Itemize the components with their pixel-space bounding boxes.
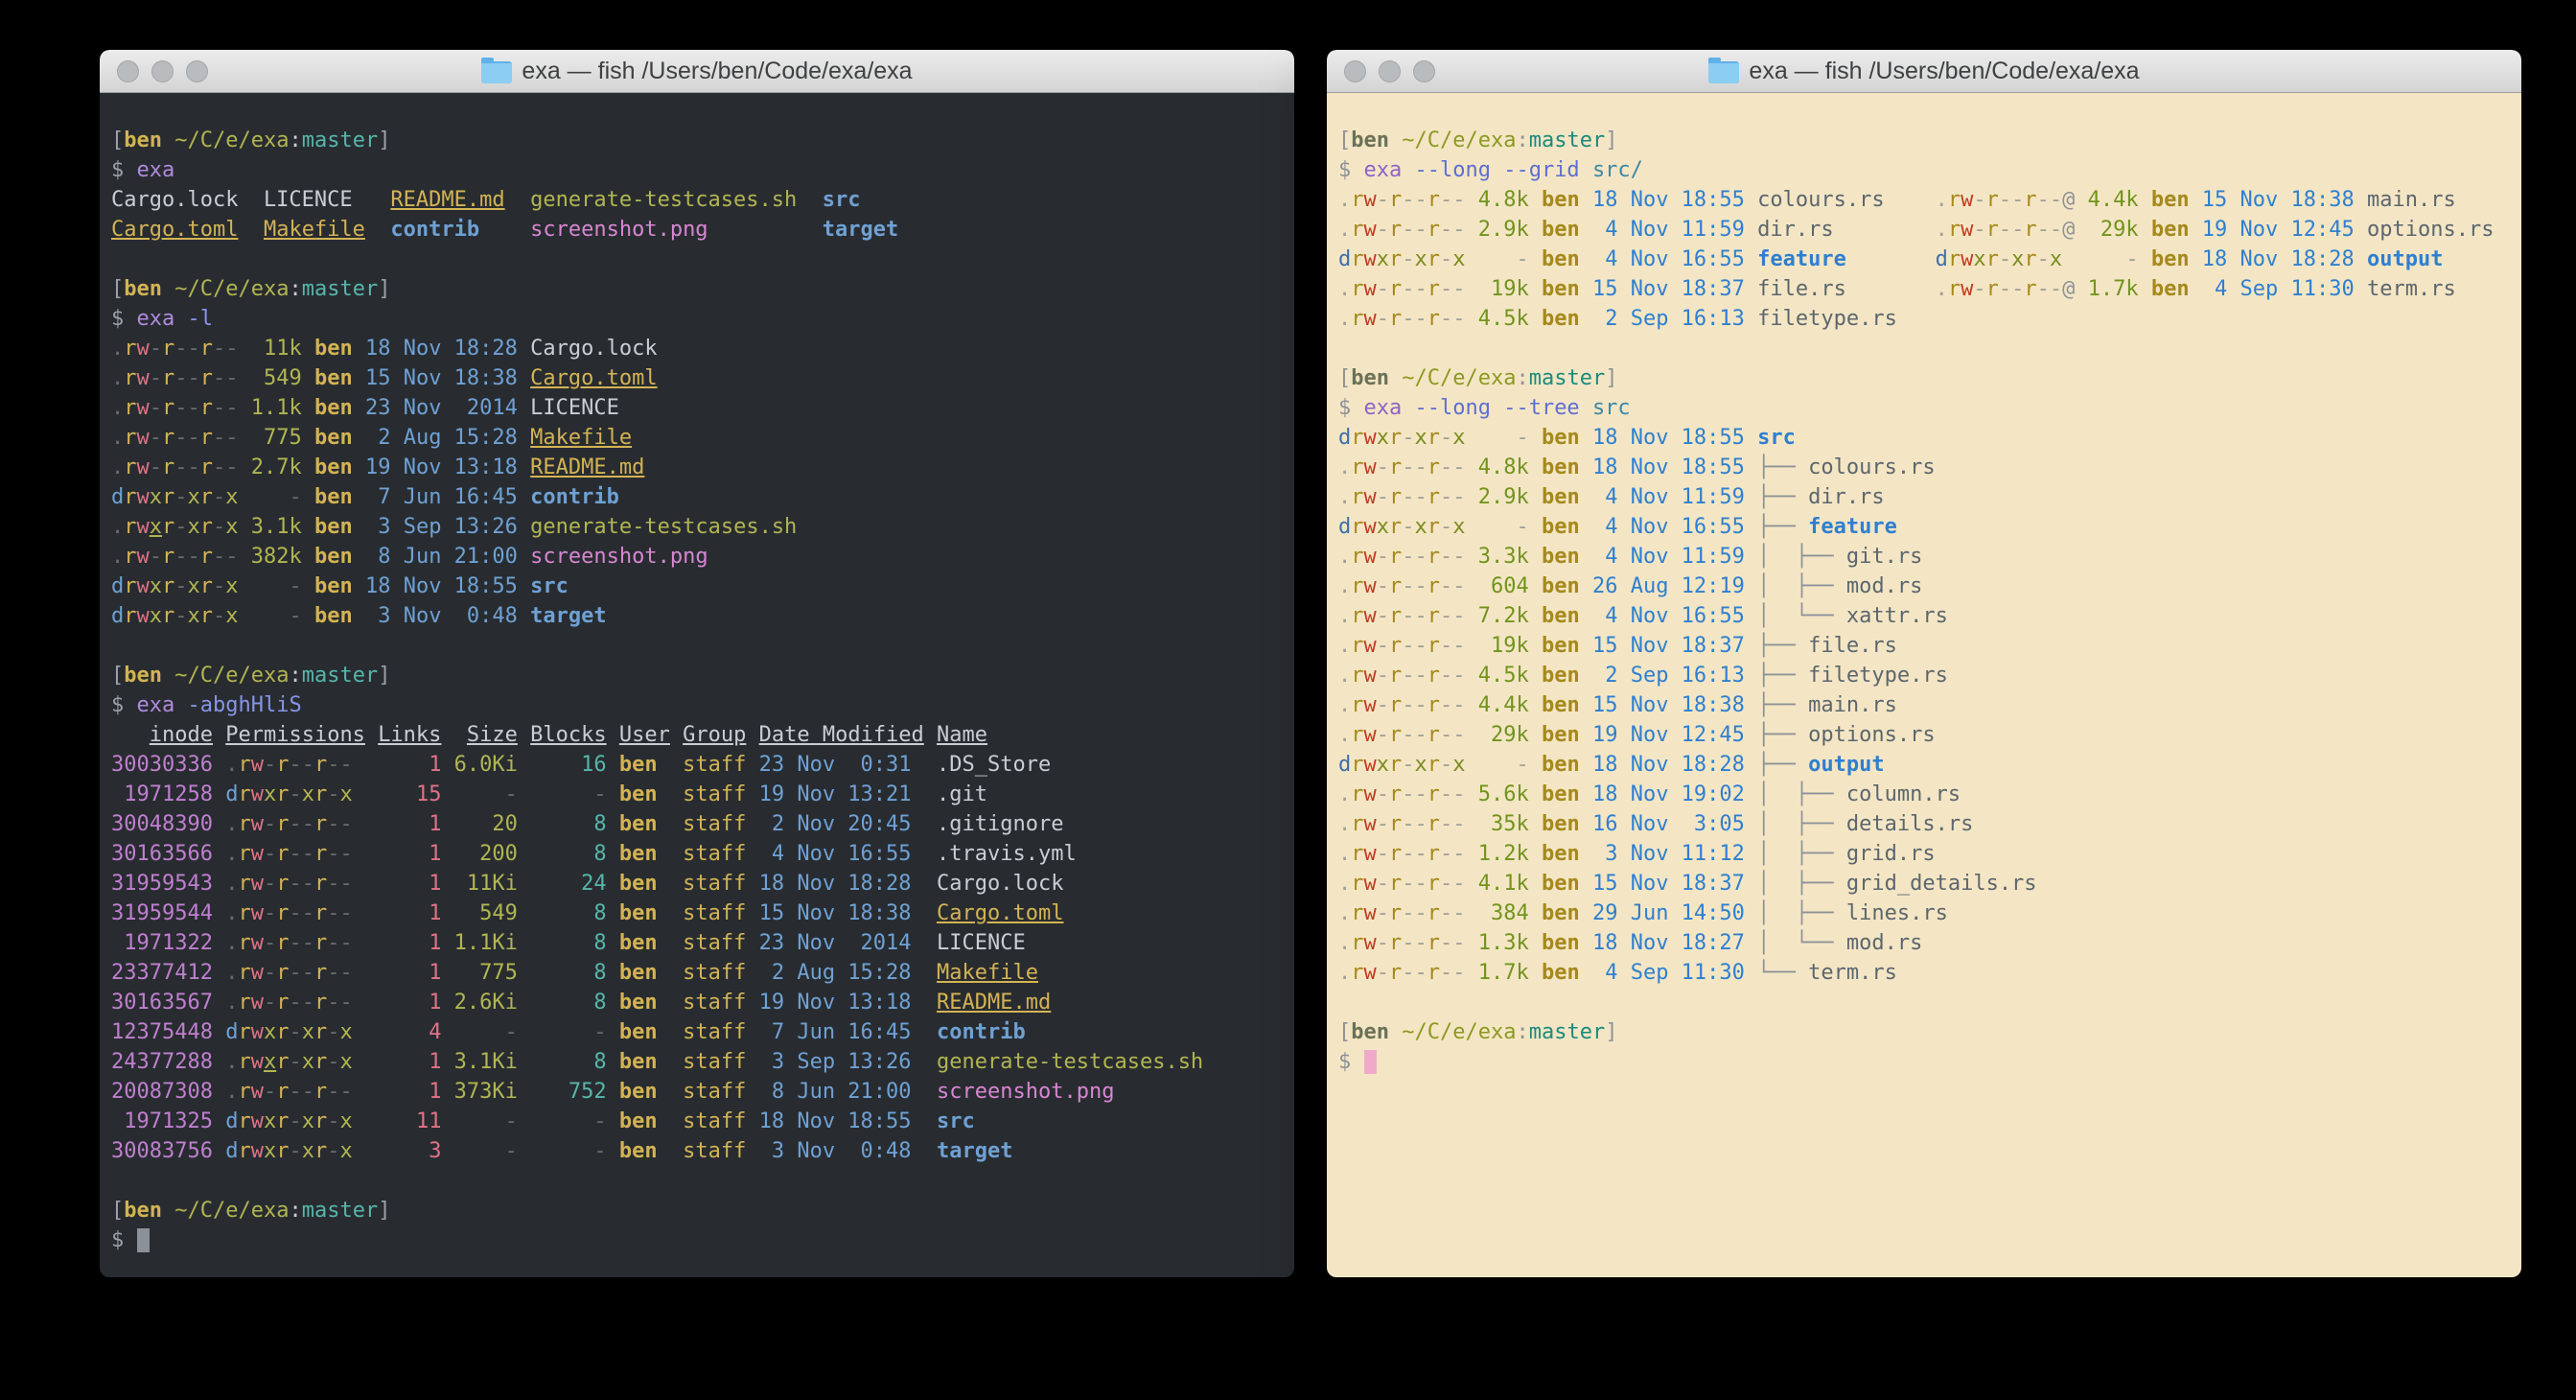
terminal-content[interactable]: [ben ~/C/e/exa:master]$ exa --long --gri… [1327, 93, 2521, 1277]
terminal-line: drwxr-xr-x - ben 7 Jun 16:45 contrib [111, 482, 1288, 512]
terminal-line: 1971258 drwxr-xr-x 15 - - ben staff 19 N… [111, 780, 1288, 809]
terminal-line: .rw-r--r-- 2.9k ben 4 Nov 11:59 ├── dir.… [1338, 482, 2516, 512]
terminal-line: $ [111, 1225, 1288, 1255]
terminal-line: drwxr-xr-x - ben 18 Nov 18:55 src [1338, 423, 2516, 453]
terminal-line: 30163567 .rw-r--r-- 1 2.6Ki 8 ben staff … [111, 988, 1288, 1017]
terminal-line [1338, 988, 2516, 1017]
terminal-line: .rw-r--r-- 35k ben 16 Nov 3:05 │ ├── det… [1338, 809, 2516, 839]
close-button[interactable] [117, 60, 139, 82]
folder-icon [1708, 61, 1739, 83]
terminal-line [111, 1166, 1288, 1196]
terminal-line: 30030336 .rw-r--r-- 1 6.0Ki 16 ben staff… [111, 750, 1288, 780]
terminal-line: .rw-r--r-- 4.5k ben 2 Sep 16:13 ├── file… [1338, 661, 2516, 690]
terminal-line: $ exa -l [111, 304, 1288, 334]
terminal-line: Cargo.toml Makefile contrib screenshot.p… [111, 215, 1288, 245]
terminal-line: 20087308 .rw-r--r-- 1 373Ki 752 ben staf… [111, 1077, 1288, 1107]
terminal-line: [ben ~/C/e/exa:master] [1338, 126, 2516, 155]
terminal-line: 30083756 drwxr-xr-x 3 - - ben staff 3 No… [111, 1136, 1288, 1166]
terminal-line: 1971325 drwxr-xr-x 11 - - ben staff 18 N… [111, 1107, 1288, 1136]
terminal-line: .rw-r--r-- 4.8k ben 18 Nov 18:55 colours… [1338, 185, 2516, 215]
terminal-line: 31959544 .rw-r--r-- 1 549 8 ben staff 15… [111, 898, 1288, 928]
terminal-line: drwxr-xr-x - ben 4 Nov 16:55 ├── feature [1338, 512, 2516, 542]
terminal-line [111, 245, 1288, 274]
terminal-line: .rwxr-xr-x 3.1k ben 3 Sep 13:26 generate… [111, 512, 1288, 542]
terminal-line: 30163566 .rw-r--r-- 1 200 8 ben staff 4 … [111, 839, 1288, 869]
terminal-line: .rw-r--r-- 5.6k ben 18 Nov 19:02 │ ├── c… [1338, 780, 2516, 809]
minimize-button[interactable] [1379, 60, 1401, 82]
terminal-window-light: exa — fish /Users/ben/Code/exa/exa [ben … [1327, 50, 2521, 1277]
terminal-line: .rw-r--r-- 4.4k ben 15 Nov 18:38 ├── mai… [1338, 690, 2516, 720]
terminal-line: 31959543 .rw-r--r-- 1 11Ki 24 ben staff … [111, 869, 1288, 898]
terminal-line: [ben ~/C/e/exa:master] [1338, 1017, 2516, 1047]
traffic-lights [117, 50, 208, 92]
terminal-line: .rw-r--r-- 382k ben 8 Jun 21:00 screensh… [111, 542, 1288, 572]
zoom-button[interactable] [186, 60, 208, 82]
terminal-line: .rw-r--r-- 4.5k ben 2 Sep 16:13 filetype… [1338, 304, 2516, 334]
terminal-line: .rw-r--r-- 384 ben 29 Jun 14:50 │ ├── li… [1338, 898, 2516, 928]
terminal-line: [ben ~/C/e/exa:master] [111, 1196, 1288, 1225]
terminal-line: drwxr-xr-x - ben 18 Nov 18:55 src [111, 572, 1288, 601]
terminal-line: drwxr-xr-x - ben 4 Nov 16:55 feature drw… [1338, 245, 2516, 274]
minimize-button[interactable] [151, 60, 174, 82]
terminal-line: .rw-r--r-- 604 ben 26 Aug 12:19 │ ├── mo… [1338, 572, 2516, 601]
folder-icon [481, 61, 512, 83]
terminal-line: .rw-r--r-- 29k ben 19 Nov 12:45 ├── opti… [1338, 720, 2516, 750]
terminal-line: drwxr-xr-x - ben 3 Nov 0:48 target [111, 601, 1288, 631]
window-title: exa — fish /Users/ben/Code/exa/exa [522, 58, 912, 85]
terminal-line: 24377288 .rwxr-xr-x 1 3.1Ki 8 ben staff … [111, 1047, 1288, 1077]
traffic-lights [1344, 50, 1435, 92]
terminal-line: .rw-r--r-- 2.9k ben 4 Nov 11:59 dir.rs .… [1338, 215, 2516, 245]
titlebar[interactable]: exa — fish /Users/ben/Code/exa/exa [100, 50, 1294, 93]
terminal-line: .rw-r--r-- 7.2k ben 4 Nov 16:55 │ └── xa… [1338, 601, 2516, 631]
terminal-line: drwxr-xr-x - ben 18 Nov 18:28 ├── output [1338, 750, 2516, 780]
terminal-content[interactable]: [ben ~/C/e/exa:master]$ exaCargo.lock LI… [100, 93, 1294, 1277]
terminal-line: 1971322 .rw-r--r-- 1 1.1Ki 8 ben staff 2… [111, 928, 1288, 958]
title-group: exa — fish /Users/ben/Code/exa/exa [1708, 58, 2139, 85]
terminal-window-dark: exa — fish /Users/ben/Code/exa/exa [ben … [100, 50, 1294, 1277]
text-cursor [137, 1228, 150, 1252]
terminal-line: .rw-r--r-- 4.8k ben 18 Nov 18:55 ├── col… [1338, 453, 2516, 482]
terminal-line: .rw-r--r-- 1.7k ben 4 Sep 11:30 └── term… [1338, 958, 2516, 988]
title-group: exa — fish /Users/ben/Code/exa/exa [481, 58, 912, 85]
terminal-line: $ [1338, 1047, 2516, 1077]
terminal-line: .rw-r--r-- 19k ben 15 Nov 18:37 ├── file… [1338, 631, 2516, 661]
terminal-line: $ exa [111, 155, 1288, 185]
terminal-line [111, 631, 1288, 661]
terminal-line [1338, 334, 2516, 363]
terminal-line: [ben ~/C/e/exa:master] [111, 661, 1288, 690]
terminal-line: .rw-r--r-- 11k ben 18 Nov 18:28 Cargo.lo… [111, 334, 1288, 363]
terminal-line: $ exa --long --tree src [1338, 393, 2516, 423]
terminal-line: .rw-r--r-- 1.3k ben 18 Nov 18:27 │ └── m… [1338, 928, 2516, 958]
terminal-line: inode Permissions Links Size Blocks User… [111, 720, 1288, 750]
terminal-line: 30048390 .rw-r--r-- 1 20 8 ben staff 2 N… [111, 809, 1288, 839]
terminal-line: .rw-r--r-- 1.2k ben 3 Nov 11:12 │ ├── gr… [1338, 839, 2516, 869]
text-cursor [1364, 1050, 1377, 1074]
terminal-line: 12375448 drwxr-xr-x 4 - - ben staff 7 Ju… [111, 1017, 1288, 1047]
terminal-line: $ exa --long --grid src/ [1338, 155, 2516, 185]
window-title: exa — fish /Users/ben/Code/exa/exa [1749, 58, 2139, 85]
terminal-line: .rw-r--r-- 19k ben 15 Nov 18:37 file.rs … [1338, 274, 2516, 304]
close-button[interactable] [1344, 60, 1366, 82]
terminal-line: 23377412 .rw-r--r-- 1 775 8 ben staff 2 … [111, 958, 1288, 988]
terminal-line: $ exa -abghHliS [111, 690, 1288, 720]
terminal-line: [ben ~/C/e/exa:master] [1338, 363, 2516, 393]
zoom-button[interactable] [1413, 60, 1435, 82]
terminal-line: .rw-r--r-- 3.3k ben 4 Nov 11:59 │ ├── gi… [1338, 542, 2516, 572]
terminal-line: Cargo.lock LICENCE README.md generate-te… [111, 185, 1288, 215]
terminal-line: .rw-r--r-- 4.1k ben 15 Nov 18:37 │ ├── g… [1338, 869, 2516, 898]
terminal-line: .rw-r--r-- 775 ben 2 Aug 15:28 Makefile [111, 423, 1288, 453]
terminal-line: .rw-r--r-- 549 ben 15 Nov 18:38 Cargo.to… [111, 363, 1288, 393]
terminal-line: [ben ~/C/e/exa:master] [111, 274, 1288, 304]
titlebar[interactable]: exa — fish /Users/ben/Code/exa/exa [1327, 50, 2521, 93]
terminal-line: [ben ~/C/e/exa:master] [111, 126, 1288, 155]
terminal-line: .rw-r--r-- 1.1k ben 23 Nov 2014 LICENCE [111, 393, 1288, 423]
terminal-line: .rw-r--r-- 2.7k ben 19 Nov 13:18 README.… [111, 453, 1288, 482]
